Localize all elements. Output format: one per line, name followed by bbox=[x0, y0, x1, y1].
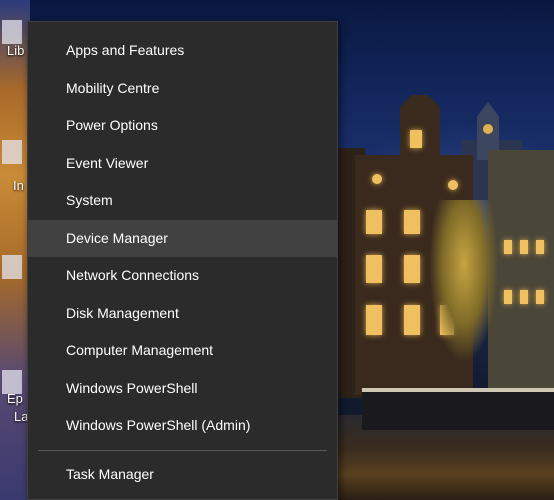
lit-window bbox=[404, 210, 420, 234]
desktop-icon-label[interactable]: Ep bbox=[7, 391, 23, 406]
lit-window bbox=[366, 210, 382, 234]
desktop-shortcut-icon[interactable] bbox=[2, 140, 22, 164]
lit-window bbox=[410, 130, 422, 148]
desktop-shortcut-icon[interactable] bbox=[2, 20, 22, 44]
menu-separator bbox=[38, 450, 327, 451]
desktop-icon-column bbox=[0, 0, 30, 500]
menu-item-event-viewer[interactable]: Event Viewer bbox=[28, 145, 337, 182]
lit-window bbox=[404, 255, 420, 283]
desktop-icon-label[interactable]: In bbox=[13, 178, 24, 193]
lit-window bbox=[536, 290, 544, 304]
lit-window bbox=[536, 240, 544, 254]
menu-item-network-connections[interactable]: Network Connections bbox=[28, 257, 337, 294]
lit-window bbox=[520, 240, 528, 254]
menu-item-system[interactable]: System bbox=[28, 182, 337, 219]
menu-item-disk-management[interactable]: Disk Management bbox=[28, 295, 337, 332]
houseboat bbox=[362, 388, 554, 430]
desktop-icon-label[interactable]: Lib bbox=[7, 43, 24, 58]
desktop-shortcut-icon[interactable] bbox=[2, 255, 22, 279]
lit-window bbox=[520, 290, 528, 304]
clock-face bbox=[483, 124, 493, 134]
lit-window bbox=[448, 180, 458, 190]
lit-tree bbox=[430, 200, 498, 360]
menu-item-mobility-centre[interactable]: Mobility Centre bbox=[28, 70, 337, 107]
menu-item-task-manager[interactable]: Task Manager bbox=[28, 456, 337, 493]
lit-window bbox=[372, 174, 382, 184]
menu-item-device-manager[interactable]: Device Manager bbox=[28, 220, 337, 257]
menu-item-apps-and-features[interactable]: Apps and Features bbox=[28, 32, 337, 69]
lit-window bbox=[366, 305, 382, 335]
quick-link-menu: Apps and Features Mobility Centre Power … bbox=[27, 21, 338, 500]
menu-item-computer-management[interactable]: Computer Management bbox=[28, 332, 337, 369]
menu-item-windows-powershell-admin[interactable]: Windows PowerShell (Admin) bbox=[28, 407, 337, 444]
lit-window bbox=[504, 290, 512, 304]
menu-item-windows-powershell[interactable]: Windows PowerShell bbox=[28, 370, 337, 407]
lit-window bbox=[504, 240, 512, 254]
lit-window bbox=[404, 305, 420, 335]
lit-window bbox=[366, 255, 382, 283]
menu-item-power-options[interactable]: Power Options bbox=[28, 107, 337, 144]
